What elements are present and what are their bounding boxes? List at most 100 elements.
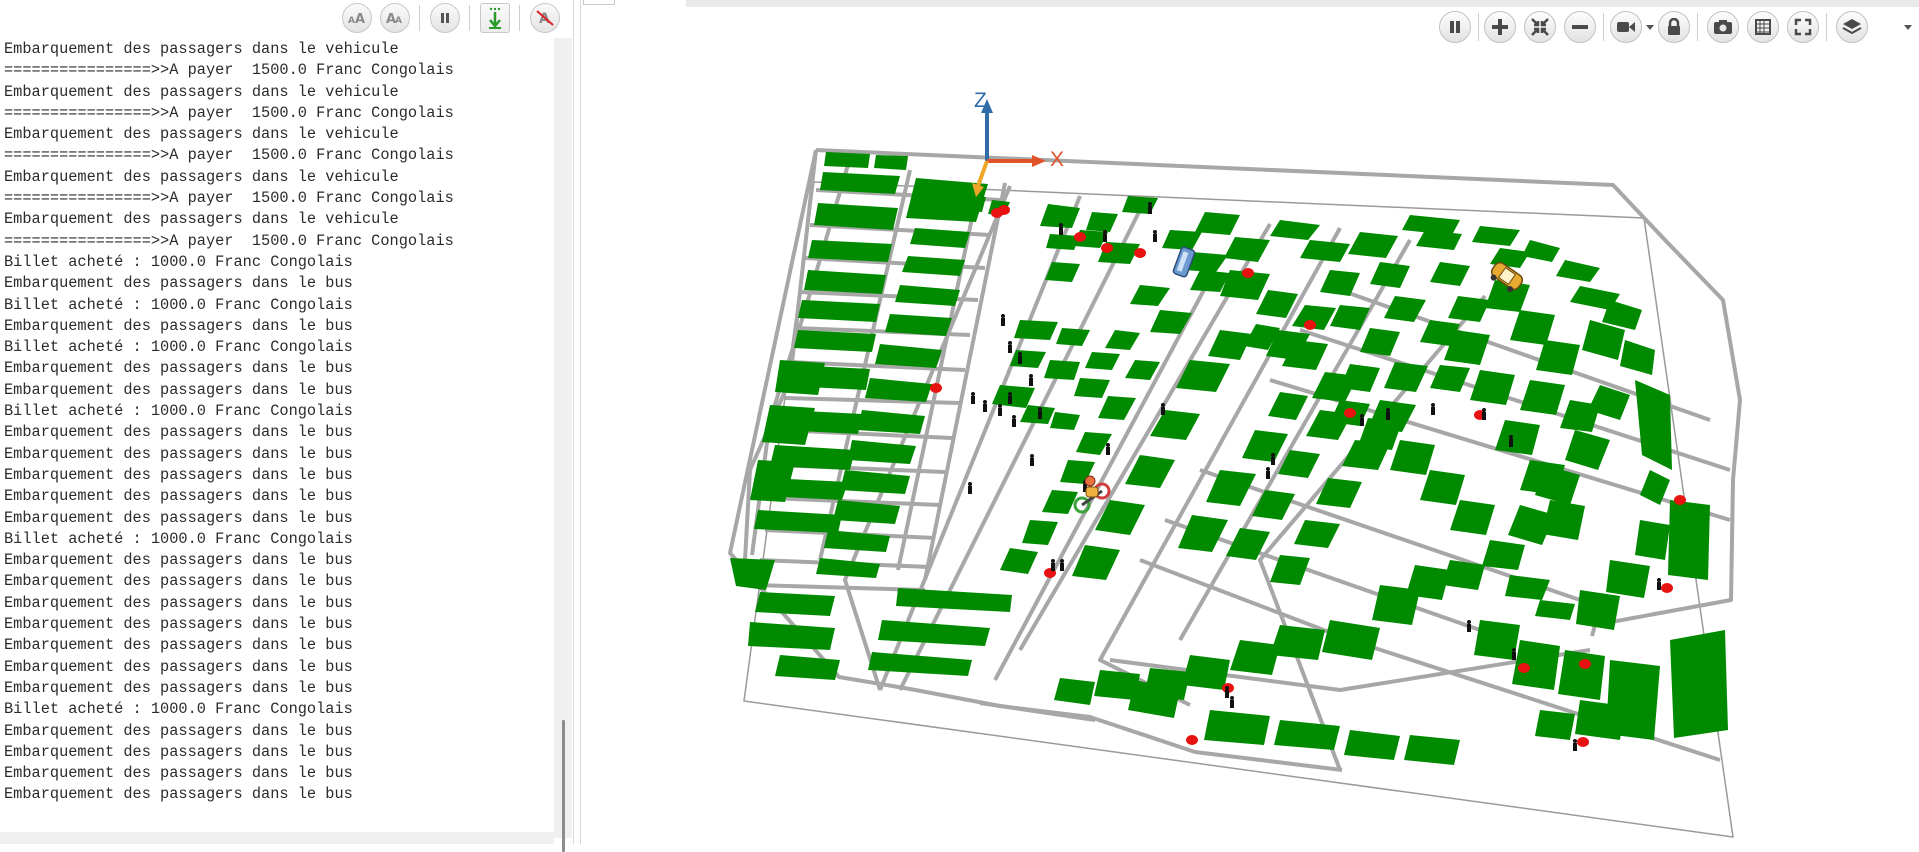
pedestrian-agent [1148, 202, 1152, 214]
pedestrian-body [1386, 412, 1390, 420]
console-line: Embarquement des passagers dans le bus [4, 359, 353, 378]
layers-dropdown-arrow[interactable] [1904, 25, 1912, 30]
console-line: Embarquement des passagers dans le bus [4, 444, 353, 463]
pedestrian-agent [1060, 559, 1064, 571]
pedestrian-agent [1051, 559, 1055, 571]
pedestrian-head [1573, 739, 1577, 743]
console-line: Billet acheté : 1000.0 Franc Congolais [4, 295, 353, 314]
pedestrian-body [1573, 743, 1577, 751]
pedestrian-head [1360, 414, 1364, 418]
pedestrian-body [1106, 447, 1110, 455]
building [958, 195, 986, 212]
pedestrian-agent [1467, 620, 1471, 632]
building [788, 365, 870, 390]
pedestrian-agent [1106, 443, 1110, 455]
console-line: Billet acheté : 1000.0 Franc Congolais [4, 700, 353, 719]
pedestrian-body [983, 404, 987, 412]
console-line: Embarquement des passagers dans le bus [4, 721, 353, 740]
zoom-out-icon[interactable] [1564, 11, 1596, 43]
building [874, 155, 908, 170]
console-line: ================>>A payer 1500.0 Franc C… [4, 231, 454, 250]
bus-stop-marker [1186, 735, 1198, 745]
console-toolbar: AA AA A [0, 0, 573, 38]
console-line: Embarquement des passagers dans le vehic… [4, 125, 399, 144]
camera-icon[interactable] [1610, 11, 1642, 43]
pedestrian-agent [968, 482, 972, 494]
pedestrian-head [1230, 696, 1234, 700]
camera-dropdown-arrow[interactable] [1646, 25, 1654, 30]
lock-icon[interactable] [1658, 11, 1690, 43]
pedestrian-agent [1573, 739, 1577, 751]
pedestrian-body [1509, 439, 1513, 447]
console-line: Billet acheté : 1000.0 Franc Congolais [4, 252, 353, 271]
svg-text:A: A [348, 16, 355, 25]
pedestrian-body [1038, 411, 1042, 419]
bus-stop-marker [1674, 495, 1686, 505]
toggle-3d-icon[interactable] [1747, 11, 1779, 43]
console-line: Embarquement des passagers dans le vehic… [4, 210, 399, 229]
pause-icon[interactable] [1439, 11, 1471, 43]
pedestrian-agent [1230, 696, 1234, 708]
toolbar-separator [519, 5, 520, 31]
console-line: Embarquement des passagers dans le bus [4, 465, 353, 484]
pedestrian-agent [1512, 648, 1516, 660]
console-scrollbar[interactable] [554, 38, 572, 852]
bus-stop-marker [1661, 583, 1673, 593]
pedestrian-agent [1431, 403, 1435, 415]
pedestrian-agent [1038, 407, 1042, 419]
pedestrian-agent [1225, 686, 1229, 698]
increase-font-icon[interactable]: AA [342, 3, 372, 33]
bus-stop-marker [1134, 248, 1146, 258]
layers-icon[interactable] [1836, 11, 1868, 43]
z-axis-label: Z [974, 89, 987, 112]
pedestrian-head [1467, 620, 1471, 624]
snapshot-icon[interactable] [1707, 11, 1739, 43]
pause-icon[interactable] [430, 3, 460, 33]
pedestrian-body [1018, 356, 1022, 364]
pedestrian-body [1103, 234, 1107, 242]
pedestrian-body [1657, 582, 1661, 590]
pedestrian-body [1431, 407, 1435, 415]
bus-stop-marker [1304, 320, 1316, 330]
console-line: Embarquement des passagers dans le bus [4, 551, 353, 570]
zoom-in-icon[interactable] [1484, 11, 1516, 43]
pedestrian-head [1008, 392, 1012, 396]
pedestrian-head [1512, 648, 1516, 652]
pedestrian-agent [1153, 230, 1157, 242]
pedestrian-head [1386, 408, 1390, 412]
console-line: ================>>A payer 1500.0 Franc C… [4, 189, 454, 208]
city-map[interactable]: X Z [580, 0, 1919, 844]
building [780, 410, 862, 434]
building [1576, 590, 1620, 630]
pedestrian-body [1029, 378, 1033, 386]
fullscreen-icon[interactable] [1787, 11, 1819, 43]
decrease-font-icon[interactable]: AA [380, 3, 410, 33]
pedestrian-agent [983, 400, 987, 412]
bus-stop-marker [1577, 737, 1589, 747]
pedestrian-agent [1657, 578, 1661, 590]
console-output: Embarquement des passagers dans le vehic… [4, 39, 552, 809]
building [1512, 640, 1560, 690]
pedestrian-body [1012, 419, 1016, 427]
console-line: Embarquement des passagers dans le bus [4, 764, 353, 783]
pedestrian-head [968, 482, 972, 486]
console-line: Embarquement des passagers dans le bus [4, 487, 353, 506]
console-line: Embarquement des passagers dans le bus [4, 508, 353, 527]
zoom-fit-icon[interactable] [1524, 11, 1556, 43]
console-panel: AA AA A Embarquement des passagers dans … [0, 0, 574, 852]
console-scrollbar-thumb[interactable] [562, 720, 565, 852]
pedestrian-agent [1266, 467, 1270, 479]
pedestrian-head [1001, 314, 1005, 318]
pedestrian-agent [1030, 454, 1034, 466]
console-horizontal-scrollbar[interactable] [0, 832, 554, 844]
toolbar-separator [419, 5, 420, 31]
clear-console-icon[interactable]: A [530, 3, 560, 33]
scroll-lock-icon[interactable] [480, 3, 510, 33]
pedestrian-body [1482, 412, 1486, 420]
console-line: Embarquement des passagers dans le vehic… [4, 82, 399, 101]
bus-stop-marker [1242, 268, 1254, 278]
console-line: Billet acheté : 1000.0 Franc Congolais [4, 338, 353, 357]
console-line: Embarquement des passagers dans le bus [4, 572, 353, 591]
pedestrian-body [1360, 418, 1364, 426]
console-line: Embarquement des passagers dans le bus [4, 657, 353, 676]
